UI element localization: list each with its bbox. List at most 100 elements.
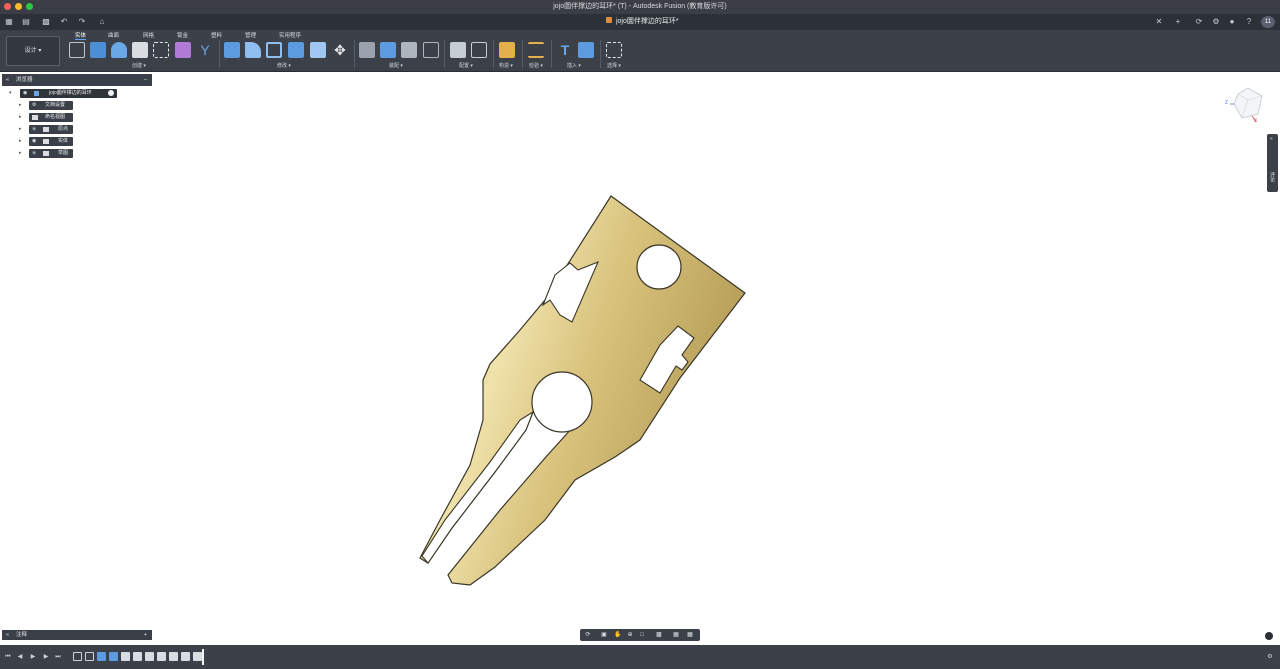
help-icon[interactable]: ? — [1243, 16, 1255, 28]
panel-menu-icon[interactable]: – — [144, 74, 147, 86]
orbit-icon[interactable]: ⟳ — [584, 631, 592, 639]
close-window-button[interactable] — [4, 3, 11, 10]
viewcube-graphic[interactable] — [1228, 86, 1266, 123]
eye-hidden-icon[interactable]: ◉ — [32, 149, 36, 158]
file-icon[interactable]: ▤ — [20, 16, 32, 28]
tab-solid[interactable]: 实体 — [75, 31, 87, 40]
config-table-icon[interactable] — [471, 42, 487, 58]
pattern-icon[interactable] — [153, 42, 169, 58]
hole-icon[interactable] — [132, 42, 148, 58]
timeline-sketch-feature[interactable] — [73, 652, 82, 661]
group-configure-label[interactable]: 配置 ▾ — [459, 62, 473, 69]
combine-icon[interactable] — [288, 42, 304, 58]
fit-icon[interactable]: □ — [638, 631, 646, 639]
select-icon[interactable] — [606, 42, 622, 58]
configure-icon[interactable] — [450, 42, 466, 58]
document-tab[interactable]: jojo圜伴撑边的耳环* — [600, 15, 685, 29]
close-tab-icon[interactable]: ✕ — [1153, 16, 1165, 28]
minimize-window-button[interactable] — [15, 3, 22, 10]
browser-item-named-views[interactable]: 命名视图 — [29, 113, 73, 122]
redo-icon[interactable]: ↷ — [76, 16, 88, 28]
extensions-icon[interactable]: ⚙ — [1210, 16, 1222, 28]
timeline-sketch-feature[interactable] — [85, 652, 94, 661]
timeline-feature[interactable] — [157, 652, 166, 661]
annotations-panel[interactable]: « 注释 + — [2, 630, 152, 640]
viewports-icon[interactable]: ▦ — [686, 631, 694, 639]
as-built-joint-icon[interactable] — [401, 42, 417, 58]
browser-item-doc-settings[interactable]: ⚙ 文档设置 — [29, 101, 73, 110]
user-avatar[interactable]: 11 — [1261, 16, 1275, 28]
timeline-extrude-feature[interactable] — [109, 652, 118, 661]
eye-icon[interactable]: ◉ — [23, 89, 27, 98]
save-icon[interactable]: ▩ — [40, 16, 52, 28]
zoom-window-button[interactable] — [26, 3, 33, 10]
browser-item-bodies[interactable]: ◉ 实体 — [29, 137, 73, 146]
browser-header[interactable]: « 浏览器 – — [2, 74, 152, 86]
timeline-feature[interactable] — [133, 652, 142, 661]
move-icon[interactable]: ✥ — [332, 42, 348, 58]
pan-hand-icon[interactable]: ✋ — [614, 631, 622, 639]
go-to-start-icon[interactable]: ⏮ — [4, 653, 12, 661]
chevron-right-icon[interactable]: ▸ — [19, 126, 22, 132]
timeline-marker[interactable] — [202, 649, 204, 665]
chevron-right-icon[interactable]: ▸ — [19, 150, 22, 156]
group-select-label[interactable]: 选择 ▾ — [607, 62, 621, 69]
joint-icon[interactable] — [380, 42, 396, 58]
insert-text-icon[interactable]: T — [557, 42, 573, 58]
tab-surface[interactable]: 曲面 — [108, 31, 119, 39]
form-icon[interactable] — [175, 42, 191, 58]
eye-icon[interactable]: ◉ — [32, 137, 36, 146]
group-insert-label[interactable]: 插入 ▾ — [567, 62, 581, 69]
group-inspect-label[interactable]: 检验 ▾ — [529, 62, 543, 69]
timeline-feature[interactable] — [169, 652, 178, 661]
new-tab-icon[interactable]: + — [1172, 16, 1184, 28]
step-back-icon[interactable]: ◀ — [16, 653, 24, 661]
timeline-settings-icon[interactable]: ⚙ — [1266, 653, 1274, 661]
measure-icon[interactable] — [528, 42, 544, 58]
new-component-icon[interactable] — [359, 42, 375, 58]
workspace-switcher[interactable]: 设计 ▾ — [6, 36, 60, 66]
collapse-panel-icon[interactable]: « — [6, 74, 9, 86]
browser-item-sketches[interactable]: ◉ 草图 — [29, 149, 73, 158]
chevron-down-icon[interactable]: ▾ — [9, 90, 12, 96]
tab-mesh[interactable]: 网格 — [143, 31, 154, 39]
undo-icon[interactable]: ↶ — [58, 16, 70, 28]
chevron-right-icon[interactable]: ▸ — [19, 114, 22, 120]
fillet-icon[interactable] — [245, 42, 261, 58]
tab-sheetmetal[interactable]: 钣金 — [177, 31, 188, 39]
timeline-feature[interactable] — [181, 652, 190, 661]
press-pull-icon[interactable] — [224, 42, 240, 58]
chat-icon[interactable] — [1265, 632, 1273, 640]
group-create-label[interactable]: 创建 ▾ — [132, 62, 146, 69]
home-icon[interactable]: ⌂ — [96, 16, 108, 28]
zoom-icon[interactable]: ⊕ — [626, 631, 634, 639]
comments-side-panel[interactable]: « 评论 — [1267, 134, 1278, 192]
timeline-extrude-feature[interactable] — [97, 652, 106, 661]
grid-menu-icon[interactable]: ▦ — [3, 16, 15, 28]
timeline-feature[interactable] — [121, 652, 130, 661]
step-forward-icon[interactable]: ▶ — [42, 653, 50, 661]
browser-root-node[interactable]: ◉ jojo圜伴撑边的耳环 — [20, 89, 117, 98]
chevron-right-icon[interactable]: ▸ — [19, 102, 22, 108]
notifications-icon[interactable]: ● — [1226, 16, 1238, 28]
activate-radio-icon[interactable] — [108, 90, 114, 96]
display-settings-icon[interactable]: ▩ — [655, 631, 663, 639]
shell-icon[interactable] — [266, 42, 282, 58]
revolve-icon[interactable] — [111, 42, 127, 58]
group-construct-label[interactable]: 构造 ▾ — [499, 62, 513, 69]
browser-item-origin[interactable]: ◉ 原点 — [29, 125, 73, 134]
extrude-icon[interactable] — [90, 42, 106, 58]
branch-icon[interactable]: Y — [197, 42, 213, 58]
look-at-icon[interactable]: ▣ — [600, 631, 608, 639]
tab-manage[interactable]: 管理 — [245, 31, 256, 39]
chevron-right-icon[interactable]: ▸ — [19, 138, 22, 144]
add-annotation-icon[interactable]: + — [144, 630, 147, 640]
create-sketch-icon[interactable] — [69, 42, 85, 58]
collapse-panel-icon[interactable]: « — [6, 630, 9, 640]
go-to-end-icon[interactable]: ⏭ — [54, 653, 62, 661]
sync-icon[interactable]: ⟳ — [1193, 16, 1205, 28]
timeline-feature[interactable] — [145, 652, 154, 661]
expand-panel-icon[interactable]: « — [1270, 136, 1273, 142]
insert-image-icon[interactable] — [578, 42, 594, 58]
tab-plastic[interactable]: 塑料 — [211, 31, 222, 39]
